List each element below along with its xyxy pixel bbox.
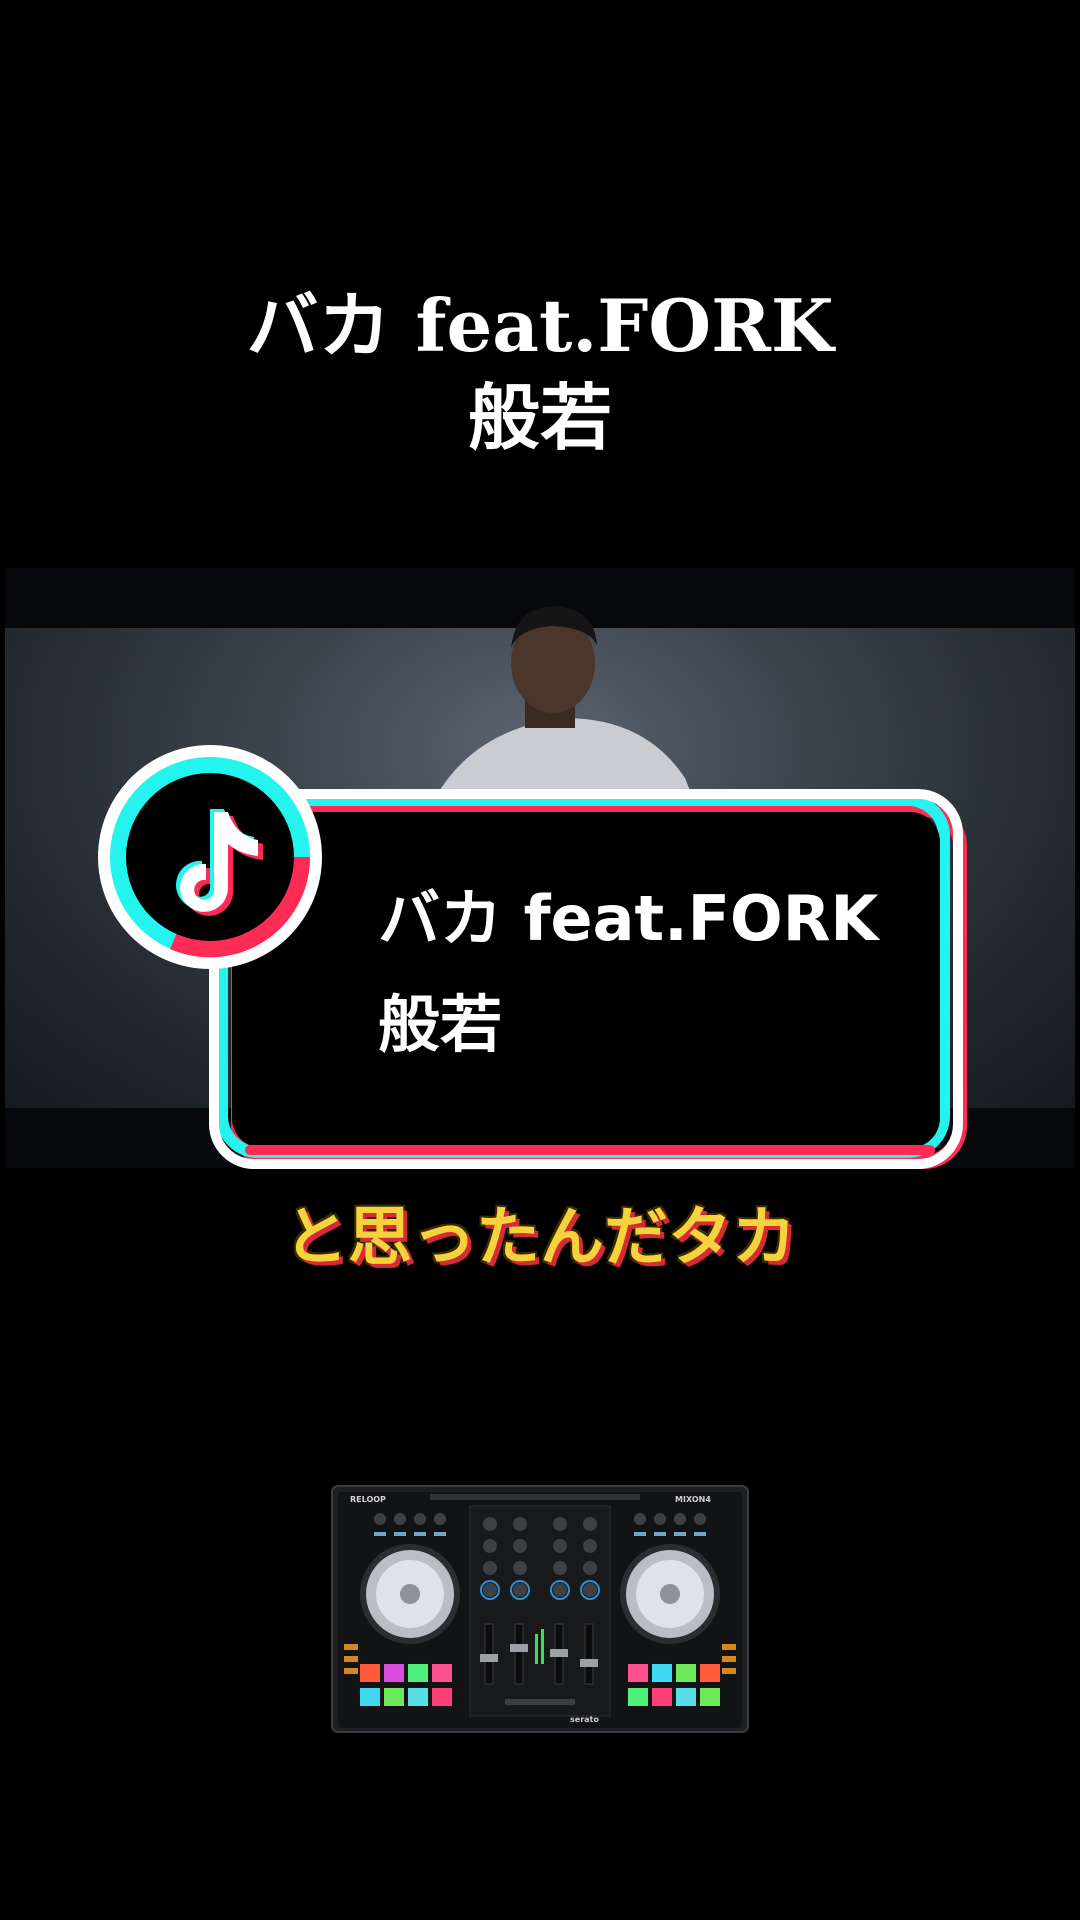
controller-brand: RELOOP (350, 1495, 386, 1504)
controller-software: serato (570, 1715, 599, 1724)
card-title-line-2: 般若 (378, 988, 503, 1061)
controller-model: MIXON4 (675, 1495, 711, 1504)
lyric-subtitle: と思ったんだタカ (284, 1201, 796, 1275)
dj-controller-image: RELOOP MIXON4 serato (331, 1485, 749, 1733)
card-title-line-1: バカ feat.FORK (378, 882, 879, 955)
jog-wheel-left (360, 1544, 460, 1644)
tiktok-logo-icon (98, 745, 322, 969)
jog-wheel-right (620, 1544, 720, 1644)
